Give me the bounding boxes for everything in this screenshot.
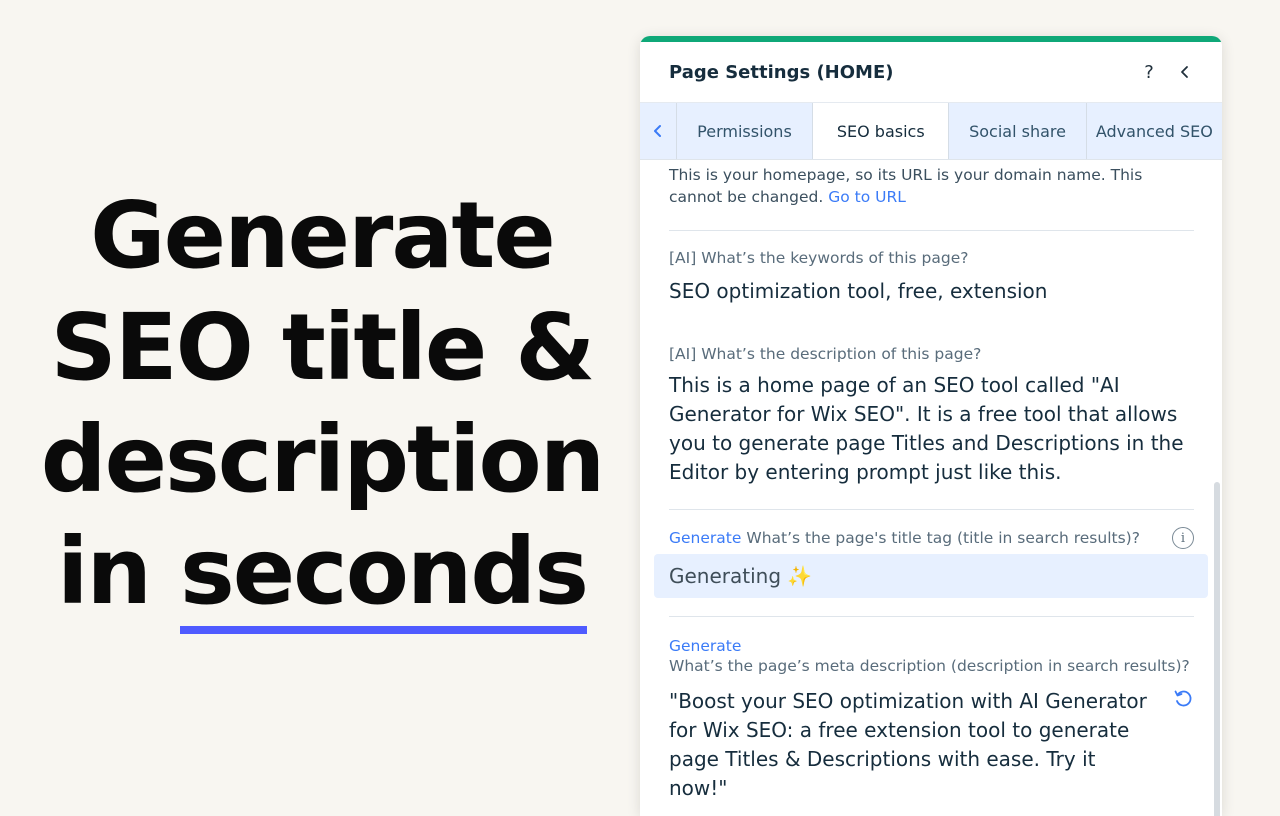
- info-icon[interactable]: i: [1172, 527, 1194, 549]
- page-settings-panel: Page Settings (HOME) ? Permissions SEO b…: [640, 36, 1222, 816]
- tab-advanced-seo[interactable]: Advanced SEO: [1087, 103, 1222, 159]
- description-input[interactable]: This is a home page of an SEO tool calle…: [669, 371, 1194, 510]
- meta-generate-link[interactable]: Generate: [669, 637, 1194, 655]
- title-tag-field[interactable]: Generating ✨: [654, 554, 1208, 598]
- headline-line-4: in seconds: [0, 516, 644, 634]
- url-note: This is your homepage, so its URL is you…: [669, 164, 1194, 231]
- title-tag-row: Generate What’s the page's title tag (ti…: [669, 527, 1194, 549]
- panel-header: Page Settings (HOME) ?: [640, 42, 1222, 103]
- keywords-input[interactable]: SEO optimization tool, free, extension: [669, 277, 1194, 306]
- headline: Generate SEO title & description in seco…: [0, 180, 644, 634]
- tab-seo-basics[interactable]: SEO basics: [813, 103, 950, 159]
- keywords-question: [AI] What’s the keywords of this page?: [669, 249, 969, 267]
- panel-title: Page Settings (HOME): [669, 61, 894, 83]
- headline-line-1: Generate: [90, 182, 556, 289]
- go-to-url-link[interactable]: Go to URL: [828, 188, 906, 206]
- headline-emphasis: seconds: [180, 516, 589, 634]
- help-icon[interactable]: ?: [1134, 57, 1164, 87]
- title-generate-link[interactable]: Generate: [669, 529, 741, 547]
- regenerate-icon[interactable]: [1172, 687, 1194, 709]
- seo-basics-content: This is your homepage, so its URL is you…: [640, 164, 1222, 803]
- generating-status: Generating ✨: [669, 564, 813, 588]
- scrollbar[interactable]: [1214, 482, 1220, 816]
- tab-permissions[interactable]: Permissions: [677, 103, 814, 159]
- meta-description-input[interactable]: "Boost your SEO optimization with AI Gen…: [669, 687, 1194, 803]
- tab-social-share[interactable]: Social share: [949, 103, 1087, 159]
- divider: [669, 616, 1194, 617]
- help-label: ?: [1144, 61, 1154, 83]
- meta-description-question: What’s the page’s meta description (desc…: [669, 657, 1190, 675]
- tab-bar: Permissions SEO basics Social share Adva…: [640, 103, 1222, 160]
- collapse-chevron-icon[interactable]: [1170, 57, 1200, 87]
- meta-description-field: "Boost your SEO optimization with AI Gen…: [669, 687, 1194, 803]
- headline-line-3: description: [40, 406, 606, 513]
- headline-prefix: in: [56, 518, 181, 625]
- headline-line-2: SEO title &: [50, 294, 595, 401]
- tabs-back-chevron-icon[interactable]: [640, 103, 677, 159]
- title-tag-question: What’s the page's title tag (title in se…: [746, 529, 1140, 547]
- description-question: [AI] What’s the description of this page…: [669, 345, 982, 363]
